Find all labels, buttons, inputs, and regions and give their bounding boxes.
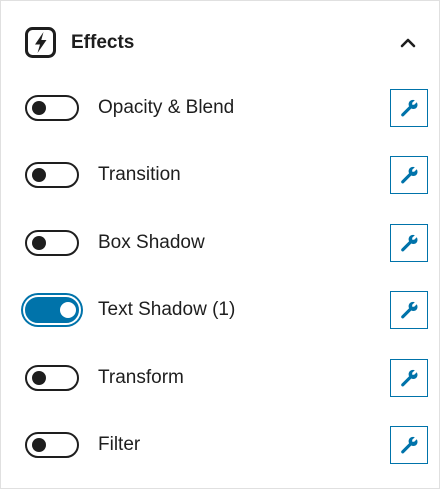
opacity-blend-toggle[interactable]	[25, 95, 79, 121]
transition-toggle[interactable]	[25, 162, 79, 188]
toggle-knob	[32, 236, 46, 250]
toggle-knob	[60, 302, 76, 318]
wrench-icon	[401, 301, 418, 319]
text-shadow-settings-button[interactable]	[390, 291, 428, 329]
opacity-blend-settings-button[interactable]	[390, 89, 428, 127]
wrench-icon	[401, 369, 418, 387]
transform-toggle[interactable]	[25, 365, 79, 391]
wrench-icon	[401, 166, 418, 184]
effects-panel-header[interactable]: Effects	[1, 1, 441, 81]
toggle-knob	[32, 101, 46, 115]
effect-label: Filter	[98, 434, 141, 455]
effect-row-filter: Filter	[1, 419, 441, 475]
effect-row-opacity-blend: Opacity & Blend	[1, 82, 441, 138]
box-shadow-settings-button[interactable]	[390, 224, 428, 262]
lightning-bolt-icon	[25, 27, 56, 58]
collapse-button[interactable]	[393, 29, 423, 57]
toggle-knob	[32, 438, 46, 452]
wrench-icon	[401, 99, 418, 117]
effect-label: Box Shadow	[98, 232, 205, 253]
effect-row-text-shadow: Text Shadow (1)	[1, 284, 441, 340]
effect-label: Text Shadow (1)	[98, 299, 236, 320]
filter-settings-button[interactable]	[390, 426, 428, 464]
effect-label: Opacity & Blend	[98, 97, 235, 118]
transition-settings-button[interactable]	[390, 156, 428, 194]
panel-title: Effects	[71, 32, 135, 53]
effect-row-transform: Transform	[1, 352, 441, 408]
filter-toggle[interactable]	[25, 432, 79, 458]
effect-row-transition: Transition	[1, 149, 441, 205]
effect-label: Transform	[98, 367, 184, 388]
transform-settings-button[interactable]	[390, 359, 428, 397]
wrench-icon	[401, 436, 418, 454]
effect-row-box-shadow: Box Shadow	[1, 217, 441, 273]
toggle-knob	[32, 371, 46, 385]
wrench-icon	[401, 234, 418, 252]
effects-panel: Effects Opacity & Blend Transition Box S…	[0, 0, 440, 489]
text-shadow-toggle[interactable]	[25, 297, 79, 323]
effect-label: Transition	[98, 164, 181, 185]
chevron-up-icon	[400, 38, 416, 48]
box-shadow-toggle[interactable]	[25, 230, 79, 256]
toggle-knob	[32, 168, 46, 182]
